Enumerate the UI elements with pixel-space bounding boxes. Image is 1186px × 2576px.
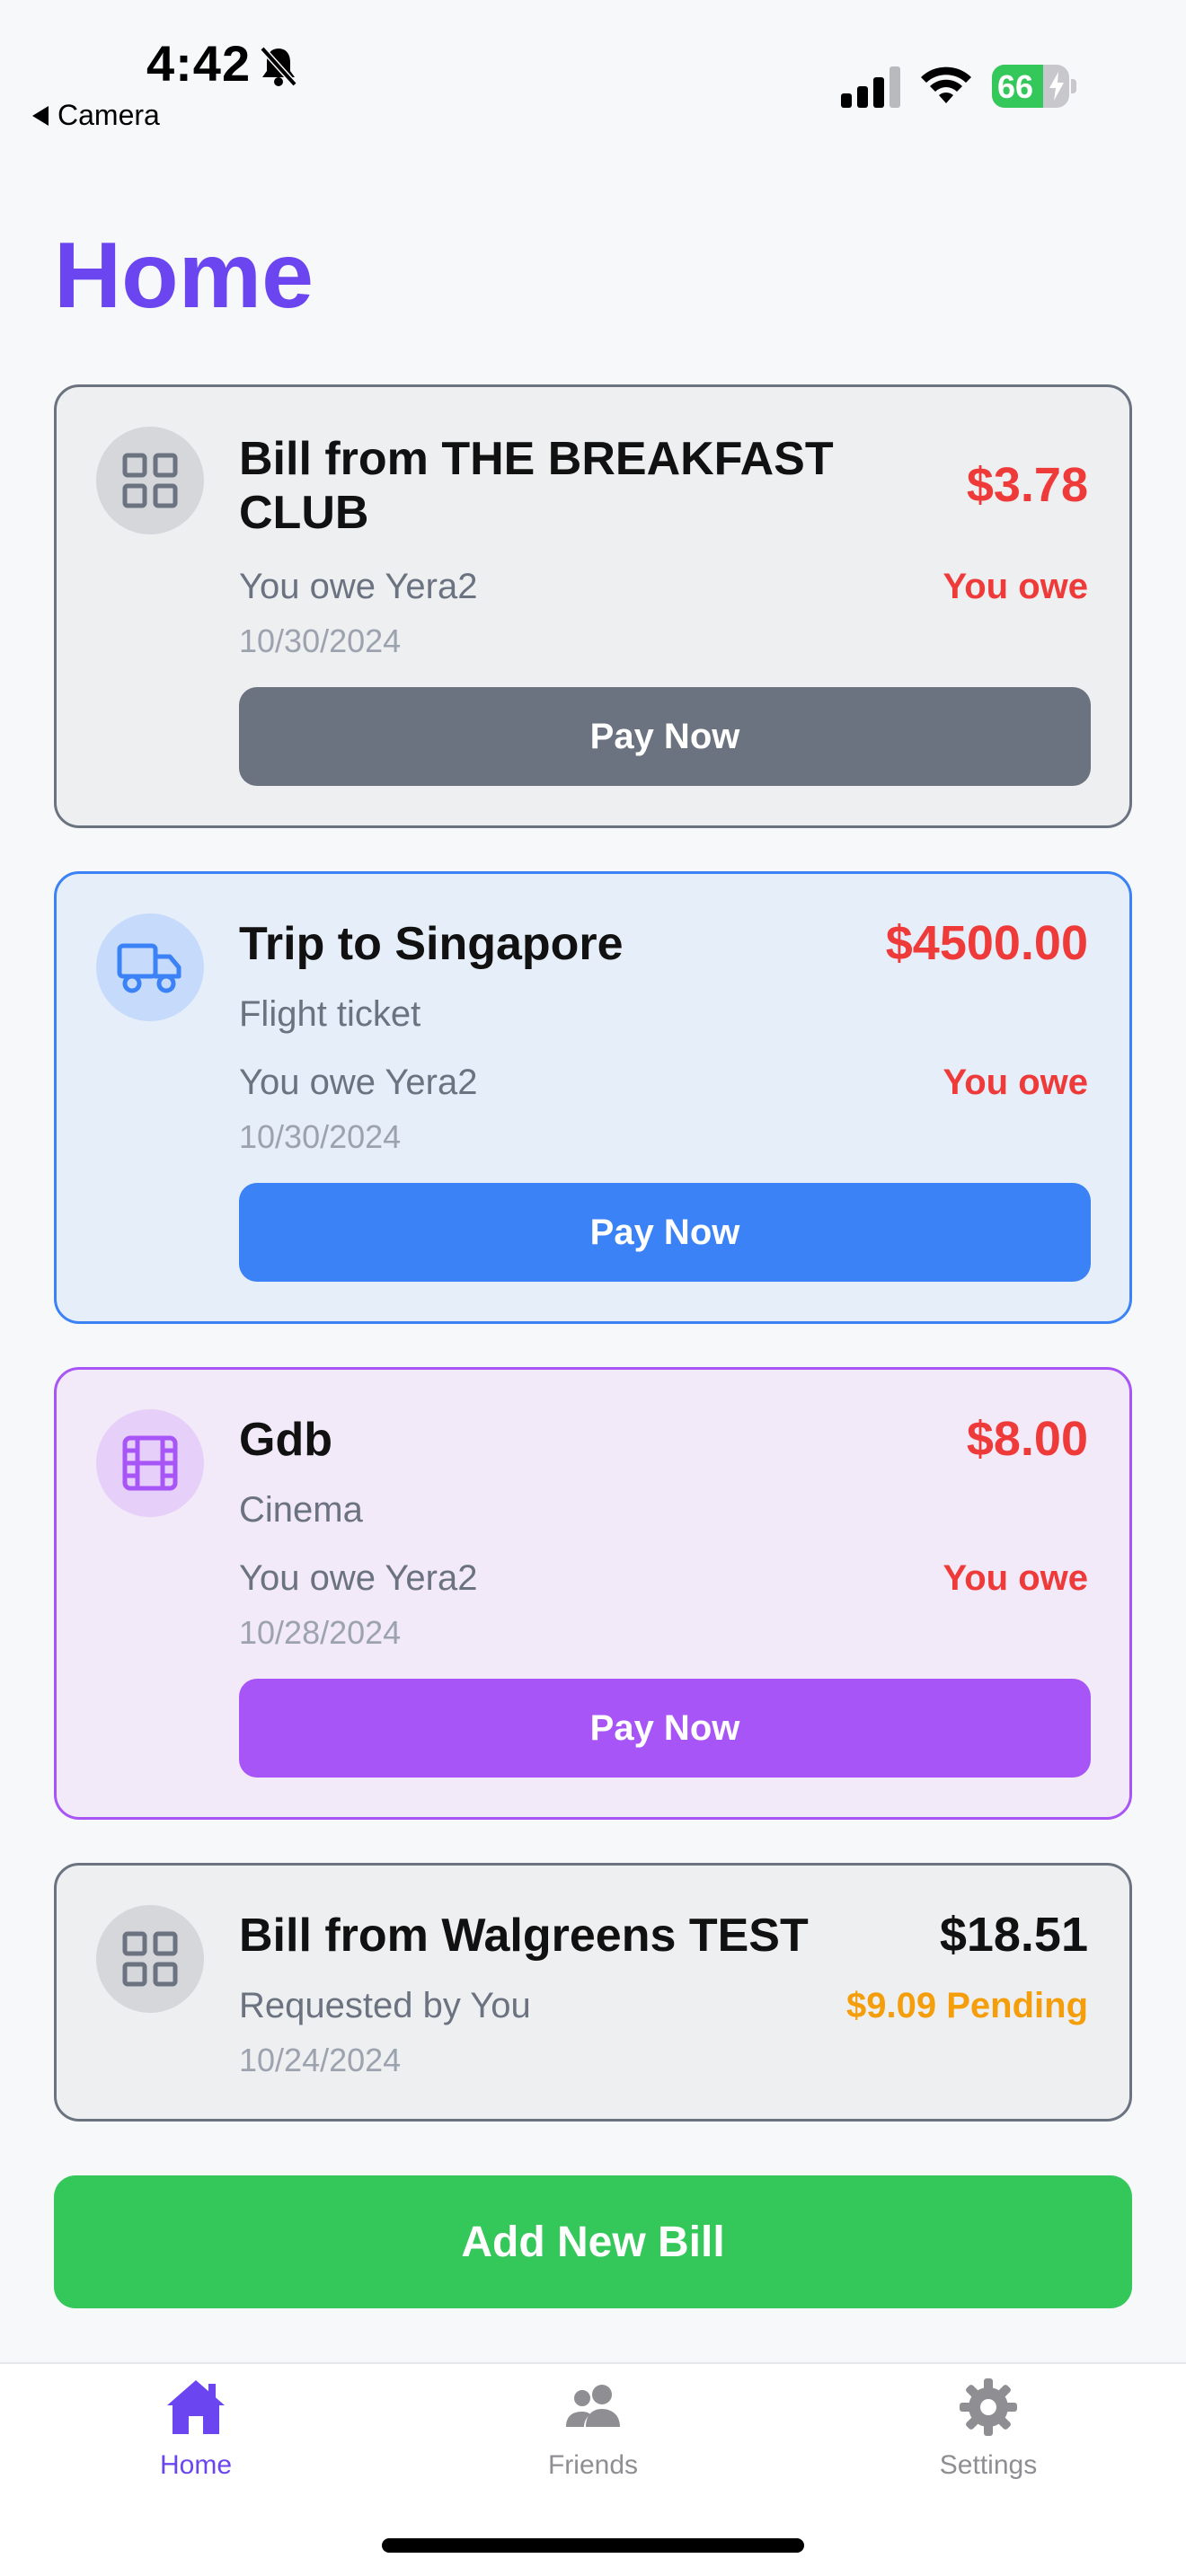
status-time: 4:42 — [146, 35, 252, 92]
battery-indicator: 66 — [992, 65, 1076, 108]
bill-subtitle: You owe Yera2 — [239, 567, 478, 606]
bill-date: 10/30/2024 — [239, 1118, 402, 1155]
grid-icon — [122, 1931, 178, 1987]
bill-card[interactable]: Bill from THE BREAKFAST CLUB $3.78 You o… — [54, 384, 1132, 828]
pay-now-button[interactable]: Pay Now — [239, 687, 1091, 786]
bill-icon-badge — [96, 913, 204, 1021]
truck-icon — [117, 943, 181, 993]
film-icon — [122, 1435, 178, 1491]
bill-status: You owe — [943, 567, 1088, 606]
bell-muted-icon — [260, 46, 297, 87]
tab-friends[interactable]: Friends — [485, 2375, 701, 2481]
page-title: Home — [54, 224, 314, 328]
bill-amount: $18.51 — [939, 1908, 1088, 1962]
tab-settings[interactable]: Settings — [881, 2375, 1096, 2481]
bill-title: Bill from Walgreens TEST — [239, 1910, 809, 1962]
grid-icon — [122, 453, 178, 508]
cellular-signal-icon — [841, 66, 900, 108]
tab-label: Friends — [547, 2450, 639, 2480]
gear-icon — [960, 2378, 1017, 2436]
back-arrow-icon — [32, 105, 49, 126]
bill-amount: $8.00 — [966, 1412, 1088, 1466]
friends-icon — [566, 2385, 620, 2427]
back-label: Camera — [58, 99, 160, 131]
tab-label: Home — [159, 2450, 233, 2480]
bill-title: Bill from THE BREAKFAST CLUB — [239, 433, 834, 539]
bill-category: Flight ticket — [239, 994, 421, 1034]
bill-icon-badge — [96, 427, 204, 534]
battery-percent: 66 — [997, 68, 1034, 105]
bill-status: You owe — [943, 1558, 1088, 1598]
add-new-bill-button[interactable]: Add New Bill — [54, 2175, 1132, 2308]
wifi-icon — [921, 66, 971, 103]
bill-status: You owe — [943, 1063, 1088, 1102]
bill-card[interactable]: Gdb $8.00 Cinema You owe Yera2 You owe 1… — [54, 1367, 1132, 1820]
bill-date: 10/24/2024 — [239, 2042, 402, 2078]
bill-date: 10/28/2024 — [239, 1614, 402, 1651]
home-indicator — [382, 2538, 804, 2553]
tab-home[interactable]: Home — [88, 2375, 304, 2481]
charging-bolt-icon — [1049, 72, 1064, 101]
bill-icon-badge — [96, 1905, 204, 2013]
bill-amount: $3.78 — [966, 458, 1088, 512]
pay-now-button[interactable]: Pay Now — [239, 1679, 1091, 1778]
status-bar: 4:42 Camera 66 — [0, 0, 1186, 153]
bill-subtitle: You owe Yera2 — [239, 1558, 478, 1598]
bill-amount: $4500.00 — [885, 916, 1088, 970]
tab-label: Settings — [939, 2450, 1038, 2480]
bill-card[interactable]: Bill from Walgreens TEST $18.51 Requeste… — [54, 1863, 1132, 2122]
bill-status: $9.09 Pending — [846, 1986, 1088, 2025]
bill-date: 10/30/2024 — [239, 622, 402, 659]
pay-now-button[interactable]: Pay Now — [239, 1183, 1091, 1282]
home-icon — [167, 2380, 225, 2434]
bill-subtitle: Requested by You — [239, 1986, 531, 2025]
bill-title: Gdb — [239, 1414, 332, 1466]
bill-category: Cinema — [239, 1490, 363, 1530]
bill-title: Trip to Singapore — [239, 918, 624, 970]
bill-icon-badge — [96, 1409, 204, 1517]
bill-subtitle: You owe Yera2 — [239, 1063, 478, 1102]
bill-card[interactable]: Trip to Singapore $4500.00 Flight ticket… — [54, 871, 1132, 1324]
back-to-camera-button[interactable]: Camera — [32, 99, 160, 132]
